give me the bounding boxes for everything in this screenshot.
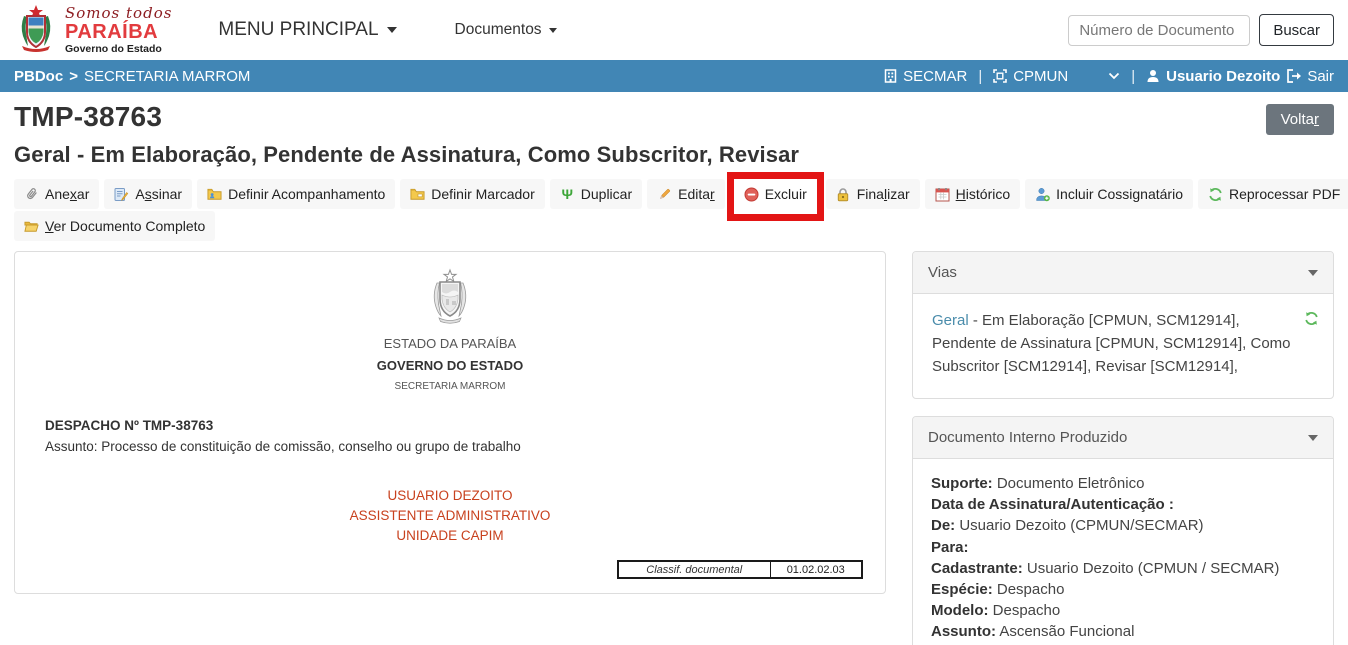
toolbar-button-definir-marcador[interactable]: Definir Marcador xyxy=(400,179,544,209)
info-field: Para: xyxy=(931,537,1315,558)
info-field: Espécie: Despacho xyxy=(931,579,1315,600)
chevron-down-icon xyxy=(1308,270,1318,276)
classificacao-table: Classif. documental 01.02.02.03 xyxy=(617,560,863,579)
logout-icon xyxy=(1286,69,1301,83)
chevron-down-icon[interactable] xyxy=(1108,72,1120,80)
info-field: Cadastrante: Usuario Dezoito (CPMUN / SE… xyxy=(931,558,1315,579)
sign-icon xyxy=(114,187,129,202)
toolbar-button-reprocessar-pdf[interactable]: Reprocessar PDF xyxy=(1198,179,1348,209)
separator-pipe: | xyxy=(1131,68,1135,85)
toolbar-button-excluir[interactable]: Excluir xyxy=(734,179,817,209)
signature-unit: UNIDADE CAPIM xyxy=(37,526,863,546)
toolbar-button-finalizar[interactable]: Finalizar xyxy=(826,179,920,209)
right-sidebar: Vias Geral - Em Elaboração [CPMUN, SCM12… xyxy=(912,251,1334,645)
signature-name: USUARIO DEZOITO xyxy=(37,486,863,506)
despacho-heading: DESPACHO Nº TMP-38763 xyxy=(45,418,863,433)
folder-tag-icon xyxy=(410,187,425,202)
refresh-icon xyxy=(1208,187,1223,202)
via-status-text: - Em Elaboração [CPMUN, SCM12914], Pende… xyxy=(932,312,1291,375)
signature-block: USUARIO DEZOITO ASSISTENTE ADMINISTRATIV… xyxy=(37,486,863,546)
logo-brand-text: PARAÍBA xyxy=(65,22,172,42)
paraiba-logo: Somos todos PARAÍBA Governo do Estado xyxy=(14,4,172,57)
toolbar-button-anexar[interactable]: Anexar xyxy=(14,179,99,209)
minus-circle-icon xyxy=(744,187,759,202)
voltar-button[interactable]: Voltar xyxy=(1266,104,1334,135)
history-icon xyxy=(935,187,950,202)
documento-interno-panel-header[interactable]: Documento Interno Produzido xyxy=(913,417,1333,459)
paperclip-icon xyxy=(24,187,39,202)
logged-user-name[interactable]: Usuario Dezoito xyxy=(1166,68,1280,85)
documento-interno-panel-title: Documento Interno Produzido xyxy=(928,429,1127,446)
org-line-secretaria: SECRETARIA MARROM xyxy=(37,381,863,392)
main-content: TMP-38763 Voltar Geral - Em Elaboração, … xyxy=(0,92,1348,645)
documentos-label: Documentos xyxy=(455,21,542,39)
menu-principal-label: MENU PRINCIPAL xyxy=(218,19,378,41)
chevron-down-icon xyxy=(1308,435,1318,441)
caret-down-icon xyxy=(549,28,557,33)
document-number-input[interactable] xyxy=(1068,15,1250,46)
paraiba-coat-of-arms-icon xyxy=(14,4,58,57)
toolbar-row-2: Ver Documento Completo xyxy=(14,211,1334,239)
app-name-link[interactable]: PBDoc xyxy=(14,68,63,85)
user-icon xyxy=(1146,69,1160,83)
orgao-label[interactable]: SECMAR xyxy=(903,68,967,85)
lock-icon xyxy=(836,187,851,202)
signature-role: ASSISTENTE ADMINISTRATIVO xyxy=(37,506,863,526)
info-field: De: Usuario Dezoito (CPMUN/SECMAR) xyxy=(931,515,1315,536)
assunto-line: Assunto: Processo de constituição de com… xyxy=(45,439,863,454)
logo-gov-text: Governo do Estado xyxy=(65,44,172,55)
toolbar-button-ver-documento-completo[interactable]: Ver Documento Completo xyxy=(14,211,215,241)
breadcrumb-separator: > xyxy=(69,68,78,85)
toolbar-button-assinar[interactable]: Assinar xyxy=(104,179,192,209)
page-title: TMP-38763 xyxy=(14,101,162,133)
document-status-subtitle: Geral - Em Elaboração, Pendente de Assin… xyxy=(14,142,1334,168)
folder-user-icon xyxy=(207,187,222,202)
menu-principal-dropdown[interactable]: MENU PRINCIPAL xyxy=(218,19,396,41)
buscar-button[interactable]: Buscar xyxy=(1259,14,1334,46)
folder-open-icon xyxy=(24,219,39,234)
info-field: Data de Assinatura/Autenticação : xyxy=(931,494,1315,515)
toolbar-button-definir-acompanhamento[interactable]: Definir Acompanhamento xyxy=(197,179,395,209)
via-geral-link[interactable]: Geral xyxy=(932,312,969,329)
org-line-governo: GOVERNO DO ESTADO xyxy=(37,358,863,373)
info-field: Suporte: Documento Eletrônico xyxy=(931,473,1315,494)
classif-label-cell: Classif. documental xyxy=(618,561,770,578)
documento-interno-panel-body: Suporte: Documento EletrônicoData de Ass… xyxy=(913,459,1333,645)
building-icon xyxy=(884,69,897,83)
lotacao-label[interactable]: CPMUN xyxy=(1013,68,1068,85)
info-field: Assunto: Ascensão Funcional xyxy=(931,621,1315,642)
vias-panel-title: Vias xyxy=(928,264,957,281)
vias-panel: Vias Geral - Em Elaboração [CPMUN, SCM12… xyxy=(912,251,1334,399)
documentos-dropdown[interactable]: Documentos xyxy=(455,21,557,39)
org-line-estado: ESTADO DA PARAÍBA xyxy=(37,336,863,351)
breadcrumb-section: SECRETARIA MARROM xyxy=(84,68,250,85)
state-coat-of-arms-icon xyxy=(413,268,487,330)
vias-panel-body: Geral - Em Elaboração [CPMUN, SCM12914],… xyxy=(913,294,1333,398)
toolbar-button-editar[interactable]: Editar xyxy=(647,179,725,209)
lotacao-icon xyxy=(993,69,1007,83)
toolbar-row-1: AnexarAssinarDefinir AcompanhamentoDefin… xyxy=(14,179,1334,209)
toolbar-button-historico[interactable]: Histórico xyxy=(925,179,1020,209)
toolbar-button-incluir-cossignatario[interactable]: Incluir Cossignatário xyxy=(1025,179,1193,209)
logo-script-text: Somos todos xyxy=(65,6,172,21)
pencil-icon xyxy=(657,187,672,202)
user-plus-icon xyxy=(1035,187,1050,202)
vias-panel-header[interactable]: Vias xyxy=(913,252,1333,294)
caret-down-icon xyxy=(387,27,397,33)
sair-link[interactable]: Sair xyxy=(1307,68,1334,85)
toolbar-button-duplicar[interactable]: ΨDuplicar xyxy=(550,179,642,209)
top-header: Somos todos PARAÍBA Governo do Estado ME… xyxy=(0,0,1348,60)
info-field: Modelo: Despacho xyxy=(931,600,1315,621)
separator-pipe: | xyxy=(978,68,982,85)
refresh-icon[interactable] xyxy=(1304,310,1319,333)
document-preview-panel: ESTADO DA PARAÍBA GOVERNO DO ESTADO SECR… xyxy=(14,251,886,594)
breadcrumb-bar: PBDoc > SECRETARIA MARROM SECMAR | CPMUN… xyxy=(0,60,1348,92)
documento-interno-panel: Documento Interno Produzido Suporte: Doc… xyxy=(912,416,1334,645)
duplicate-icon: Ψ xyxy=(560,187,575,202)
excluir-highlight-annotation: Excluir xyxy=(727,172,824,221)
classif-value-cell: 01.02.02.03 xyxy=(770,561,862,578)
